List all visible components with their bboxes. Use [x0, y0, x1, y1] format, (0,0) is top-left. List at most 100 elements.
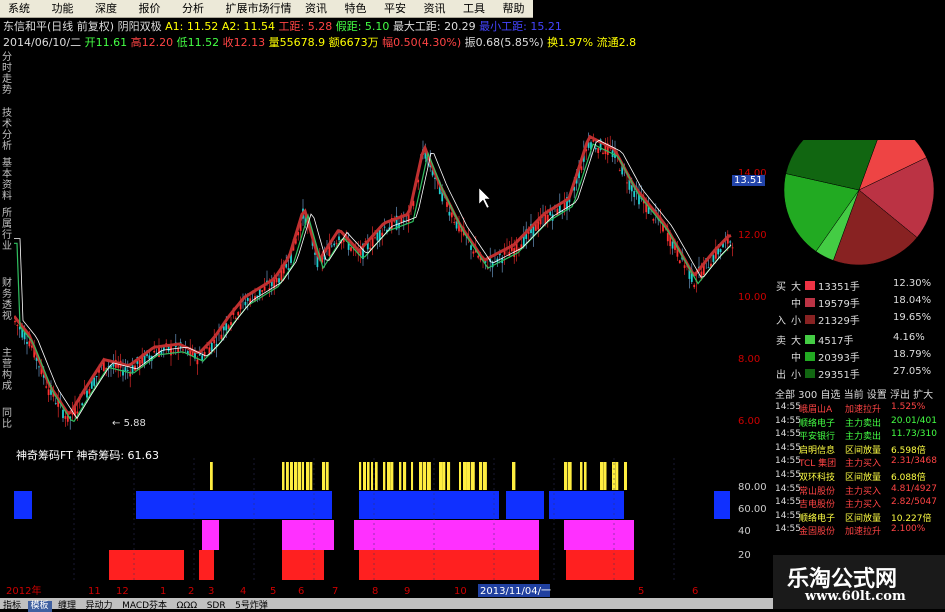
menu-item-pingan[interactable]: 平安 [384, 0, 406, 17]
transaction-name: 启明信息 [799, 445, 836, 456]
candle-body [374, 237, 376, 239]
candle-body [54, 403, 57, 404]
menu-item-ext-market[interactable]: 扩展市场行情 [226, 0, 292, 17]
ind-tick: 40 [738, 526, 751, 537]
candle-body [369, 247, 372, 250]
left-tab-technical[interactable]: 技术分析 [1, 108, 13, 152]
transaction-name: 顺络电子 [799, 513, 836, 524]
left-tab-basic[interactable]: 基本资料 [1, 158, 13, 202]
indicator-bar [564, 462, 568, 490]
buysell-row: 中 20393手 18.79% [773, 349, 945, 364]
candle-body [237, 312, 240, 316]
indicator-bar [566, 550, 634, 580]
indicator-bar [276, 491, 332, 519]
low-price-value: 5.88 [123, 418, 146, 429]
time-tick-label: 10 [454, 586, 467, 597]
indicator-bar [568, 462, 572, 490]
menu-item-system[interactable]: 系统 [8, 0, 30, 17]
bottom-tab-anomaly[interactable]: 异动力 [83, 601, 116, 612]
transaction-row[interactable]: 14:55 峨眉山A 加速拉升 1.525% [773, 402, 945, 415]
transaction-row[interactable]: 14:55 金固股份 加速拉升 2.100% [773, 524, 945, 537]
indicator-bar [294, 462, 298, 490]
transaction-name: 双环科技 [799, 473, 836, 483]
candle-body [170, 346, 172, 356]
menu-item-analysis[interactable]: 分析 [182, 0, 204, 17]
time-tick-label: 11 [88, 586, 101, 597]
candle-body [278, 278, 280, 283]
candle-body [652, 218, 655, 221]
price-chart[interactable] [14, 48, 734, 448]
time-tick-label: 6 [298, 586, 304, 597]
indicator-bar [14, 491, 32, 519]
transaction-row[interactable]: 14:55 TCL 集团 主力买入 2.31/3468 [773, 456, 945, 469]
indicator-bar [322, 462, 326, 490]
transaction-time: 14:55 [775, 442, 801, 453]
transaction-row[interactable]: 14:55 顺络电子 主力卖出 20.01/401 [773, 416, 945, 429]
menu-item-news[interactable]: 资讯 [305, 0, 327, 17]
indicator-bar [290, 462, 293, 490]
left-tab-intraday[interactable]: 分时走势 [1, 52, 13, 96]
indicator-bar [136, 491, 276, 519]
menu-item-info[interactable]: 资讯 [424, 0, 446, 17]
transaction-type: 主力卖出 [845, 432, 882, 443]
time-tick-label: 2013/11/04/一 [480, 586, 551, 597]
transaction-name: 常山股份 [799, 486, 836, 497]
menu-item-help[interactable]: 帮助 [503, 0, 525, 17]
left-tab-business[interactable]: 主营构成 [1, 348, 13, 392]
candle-body [666, 232, 669, 242]
transaction-type: 加速拉升 [845, 405, 882, 415]
menu-item-quote[interactable]: 报价 [139, 0, 161, 17]
neg-distance: 假距: 5.10 [335, 20, 390, 33]
transaction-row[interactable]: 14:55 启明信息 区间放量 6.598倍 [773, 443, 945, 456]
candle-body [148, 355, 151, 360]
bottom-tab-sdr[interactable]: SDR [204, 601, 229, 612]
indicator-bar [443, 462, 446, 490]
candle-body [81, 403, 84, 406]
buysell-side: 入 [776, 316, 786, 327]
left-function-strip: 分时走势 技术分析 基本资料 所属行业 财务透视 主营构成 同比 [0, 48, 14, 608]
candle-body [335, 242, 338, 244]
indicator-bar [459, 462, 462, 490]
candle-body [126, 370, 129, 371]
transaction-row[interactable]: 14:55 平安银行 主力卖出 11.73/310 [773, 429, 945, 442]
buysell-list: 买 大 13351手 12.30% 中 19579手 18.04% 入 小 21… [773, 278, 945, 384]
candle-body [246, 298, 249, 301]
min-distance: 最小工距: 15.21 [479, 20, 562, 33]
candle-body [719, 249, 722, 253]
time-tick-label: 6 [692, 586, 698, 597]
bottom-tab-indicator[interactable]: 指标 [0, 601, 24, 612]
left-tab-compare[interactable]: 同比 [1, 408, 13, 430]
candle-body [124, 367, 127, 372]
transaction-time: 14:55 [775, 524, 801, 535]
left-tab-industry[interactable]: 所属行业 [1, 208, 13, 252]
buysell-row: 入 小 21329手 19.65% [773, 312, 945, 327]
candle-body [86, 390, 88, 398]
candle-body [230, 322, 232, 326]
menu-item-function[interactable]: 功能 [52, 0, 74, 17]
candle-body [131, 365, 134, 374]
menu-item-special[interactable]: 特色 [345, 0, 367, 17]
bottom-tab-template[interactable]: 模板 [27, 601, 52, 612]
menu-item-depth[interactable]: 深度 [95, 0, 117, 17]
transaction-time: 14:55 [775, 402, 801, 412]
time-tick-label: 7 [332, 586, 338, 597]
bottom-tab-macd[interactable]: MACD芬本 [119, 601, 170, 612]
transaction-row[interactable]: 14:55 常山股份 主力买入 4.81/4927 [773, 484, 945, 497]
ind-tick: 60.00 [738, 504, 767, 515]
indicator-bar [282, 520, 334, 550]
buysell-row: 出 小 29351手 27.05% [773, 366, 945, 381]
bottom-tab-omega[interactable]: ΩΩΩ [174, 601, 201, 612]
transaction-row[interactable]: 14:55 顺络电子 区间放量 10.227倍 [773, 511, 945, 524]
chip-indicator-chart[interactable] [14, 458, 734, 583]
bottom-tab-bomb[interactable]: 5号炸弹 [232, 601, 271, 612]
indicator-bar [604, 462, 607, 490]
indicator-bar [199, 550, 214, 580]
candle-body [707, 267, 710, 269]
transaction-row[interactable]: 14:55 吉电股份 主力买入 2.82/5047 [773, 497, 945, 510]
transaction-row[interactable]: 14:55 双环科技 区间放量 6.088倍 [773, 470, 945, 483]
left-tab-finance[interactable]: 财务透视 [1, 278, 13, 322]
panel-tab-row[interactable]: 全部 300 自选 当前 设置 浮出 扩大 [775, 386, 933, 401]
bottom-tab-theory[interactable]: 缠理 [55, 601, 79, 612]
menu-item-tools[interactable]: 工具 [463, 0, 485, 17]
transaction-name: 平安银行 [799, 432, 836, 443]
